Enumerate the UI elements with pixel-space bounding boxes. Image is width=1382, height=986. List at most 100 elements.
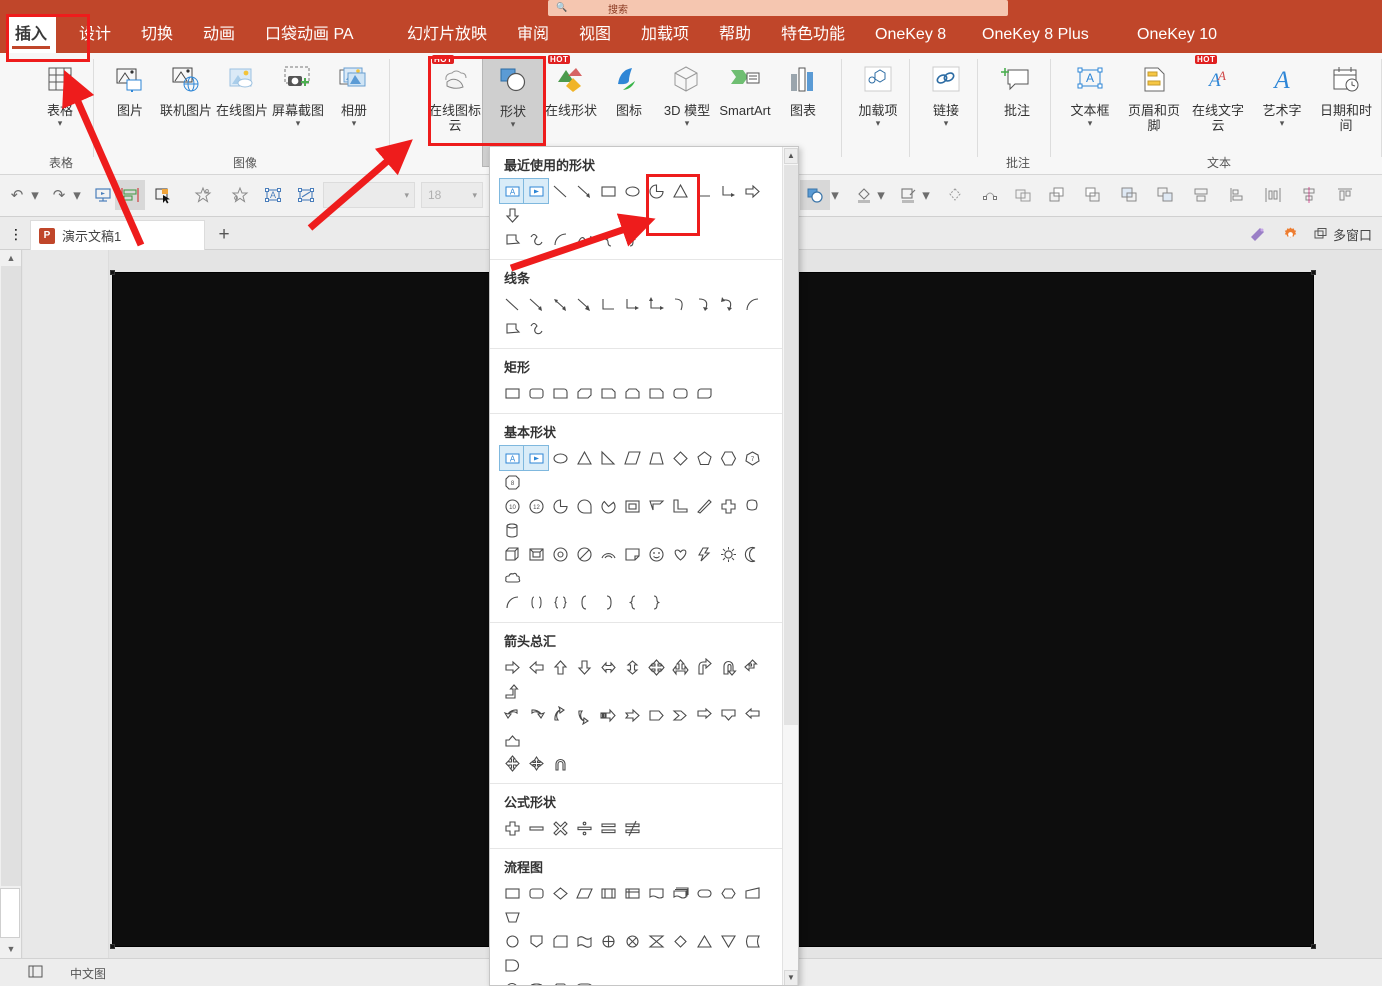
shape-up-arrow[interactable] [548, 655, 572, 679]
shape-pentagon-flag[interactable] [500, 227, 524, 251]
shape-octagon[interactable]: 8 [500, 470, 524, 494]
shape-right-brace[interactable] [620, 227, 644, 251]
font-name-combo[interactable]: ▾ [323, 182, 415, 208]
shape-flow-punched-tape[interactable] [572, 929, 596, 953]
ribbon-tab-1[interactable]: 设计 [70, 16, 120, 53]
chevron-down-icon[interactable]: ▾ [1059, 118, 1121, 129]
comment-button[interactable]: 批注 [986, 57, 1048, 118]
online-picture-button[interactable]: 联机图片 [155, 57, 217, 118]
shape-flow-direct-access[interactable] [548, 977, 572, 985]
tabbar-menu-icon[interactable]: ⋮ [2, 221, 30, 247]
textbox-button[interactable]: A 文本框 ▾ [1059, 57, 1121, 129]
chevron-down-icon[interactable]: ▾ [915, 118, 977, 129]
search-box[interactable]: 🔍 搜索 [548, 0, 1008, 16]
addins-button[interactable]: 加载项 ▾ [847, 57, 909, 129]
shape-frame[interactable] [620, 494, 644, 518]
shape-line-double-arrow[interactable] [548, 292, 572, 316]
shape-snip-same-side[interactable] [620, 381, 644, 405]
canvas-handle[interactable] [110, 270, 115, 275]
shape-down-arrow[interactable] [500, 203, 524, 227]
chevron-down-icon[interactable]: ▾ [323, 118, 385, 129]
shape-flow-document[interactable] [644, 881, 668, 905]
shape-style-button[interactable] [800, 180, 830, 210]
shape-line-arrow-2[interactable] [572, 292, 596, 316]
shape-pie[interactable] [548, 494, 572, 518]
icon-cloud-button[interactable]: HOT 在线图标云 [424, 55, 486, 133]
shape-left-arrow-callout[interactable] [740, 703, 764, 727]
shape-flow-sort[interactable] [668, 929, 692, 953]
shape-flow-alternate[interactable] [524, 881, 548, 905]
ribbon-tab-8[interactable]: 加载项 [632, 16, 698, 53]
shape-left-bracket[interactable] [572, 590, 596, 614]
smartart-button[interactable]: SmartArt [714, 57, 776, 118]
shape-flow-offpage[interactable] [524, 929, 548, 953]
wordcloud-button[interactable]: HOT A A 在线文字云 [1187, 55, 1249, 133]
bring-to-front-button[interactable] [1114, 180, 1144, 210]
shape-arc-pie[interactable] [644, 179, 668, 203]
shape-folded-corner[interactable] [620, 542, 644, 566]
shape-sun[interactable] [716, 542, 740, 566]
shape-flow-manual-input[interactable] [740, 881, 764, 905]
undo-dropdown-icon[interactable]: ▾ [28, 180, 42, 210]
shape-elbow-arrow-connector[interactable] [716, 179, 740, 203]
shape-line[interactable] [548, 179, 572, 203]
shape-l-shape[interactable] [668, 494, 692, 518]
chevron-down-icon[interactable]: ▾ [847, 118, 909, 129]
shape-curved-right-arrow[interactable] [524, 703, 548, 727]
shape-curved-scribble[interactable] [524, 227, 548, 251]
send-backward-button[interactable] [1078, 180, 1108, 210]
shape-heart[interactable] [668, 542, 692, 566]
left-scroll-rail[interactable]: ▲ ▼ [0, 250, 22, 958]
shape-textbox[interactable]: A [499, 445, 525, 471]
shape-heptagon[interactable]: 7 [740, 446, 764, 470]
left-scroll-thumb[interactable] [1, 266, 21, 886]
wordart-button[interactable]: A 艺术字 ▾ [1251, 57, 1313, 129]
cloud-picture-button[interactable]: 在线图片 [211, 57, 273, 118]
redo-dropdown-icon[interactable]: ▾ [70, 180, 84, 210]
insert-shape-box-button[interactable] [291, 180, 321, 210]
magic-wand-icon[interactable] [1243, 221, 1271, 247]
shape-diagonal-stripe[interactable] [692, 494, 716, 518]
shape-up-down-arrow[interactable] [620, 655, 644, 679]
shape-flow-card[interactable] [548, 929, 572, 953]
merge-shapes-button[interactable] [1008, 180, 1038, 210]
shape-triangle[interactable] [668, 179, 692, 203]
shape-flow-collate[interactable] [644, 929, 668, 953]
insert-textbox-button[interactable]: A [258, 180, 288, 210]
select-object-button[interactable] [148, 180, 178, 210]
photo-album-button[interactable]: 相册 ▾ [323, 57, 385, 129]
ribbon-tab-6[interactable]: 审阅 [508, 16, 558, 53]
shape-decagon[interactable]: 10 [500, 494, 524, 518]
date-time-button[interactable]: 日期和时间 [1315, 57, 1377, 133]
ribbon-tab-11[interactable]: OneKey 8 [866, 16, 955, 53]
align-button[interactable] [115, 180, 145, 210]
shape-snip-1-rect[interactable] [596, 381, 620, 405]
shapes-dropdown-panel[interactable]: 最近使用的形状A线条矩形基本形状A781012箭头总汇公式形状流程图星与旗帜81… [489, 146, 799, 986]
chevron-down-icon[interactable]: ▾ [1251, 118, 1313, 129]
shape-right-triangle[interactable] [596, 446, 620, 470]
bring-forward-button[interactable] [1042, 180, 1072, 210]
shape-curve-connector[interactable] [668, 292, 692, 316]
shape-can[interactable] [500, 518, 524, 542]
shapes-scroll-down-icon[interactable]: ▼ [784, 970, 798, 985]
shape-flow-stored-data[interactable] [740, 929, 764, 953]
shape-quad-arrow-callout[interactable] [500, 751, 524, 775]
link-button[interactable]: 链接 ▾ [915, 57, 977, 129]
shape-quad-arrow[interactable] [644, 655, 668, 679]
ribbon-tab-0[interactable]: 插入 [6, 16, 57, 53]
shape-regular-pentagon-star[interactable] [740, 494, 764, 518]
ribbon-tab-3[interactable]: 动画 [194, 16, 244, 53]
shape-round-rect[interactable] [524, 381, 548, 405]
group-objects-button[interactable] [1186, 180, 1216, 210]
online-shapes-button[interactable]: HOT 在线形状 [540, 55, 602, 118]
distribute-horizontal-button[interactable] [1258, 180, 1288, 210]
shape-flow-decision[interactable] [548, 881, 572, 905]
scroll-down-icon[interactable]: ▼ [4, 942, 18, 956]
start-slideshow-button[interactable] [88, 180, 118, 210]
shape-elbow-arrow[interactable] [620, 292, 644, 316]
shape-bevel[interactable] [524, 542, 548, 566]
align-center-button[interactable] [1294, 180, 1324, 210]
shape-flow-terminator[interactable] [692, 881, 716, 905]
shape-scribble[interactable] [524, 316, 548, 340]
shape-elbow-connector[interactable] [692, 179, 716, 203]
